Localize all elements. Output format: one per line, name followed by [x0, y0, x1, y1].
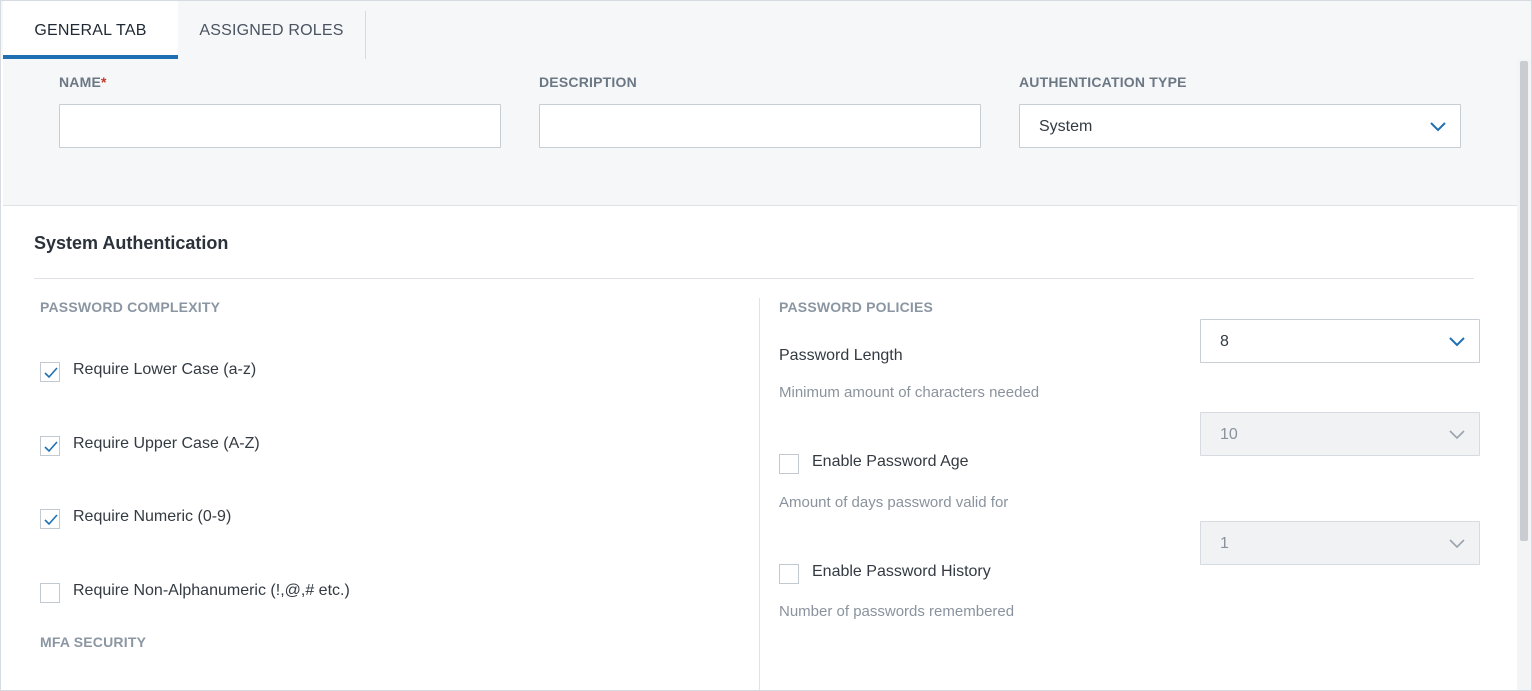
check-icon	[44, 367, 58, 379]
general-fields-section: NAME* DESCRIPTION AUTHENTICATION TYPE Sy…	[3, 59, 1517, 206]
password-history-value: 1	[1220, 535, 1229, 552]
checkbox[interactable]	[40, 362, 60, 382]
mfa-security-label: MFA SECURITY	[40, 634, 147, 650]
name-input[interactable]	[59, 104, 501, 148]
checkbox[interactable]	[40, 436, 60, 456]
auth-type-value: System	[1039, 118, 1093, 135]
password-age-select[interactable]: 10	[1200, 412, 1480, 456]
chevron-down-icon	[1449, 337, 1465, 347]
check-icon	[44, 514, 58, 526]
password-age-helper: Amount of days password valid for	[779, 494, 1009, 511]
column-divider	[759, 298, 760, 690]
checkbox-label: Require Lower Case (a-z)	[73, 361, 257, 378]
auth-type-label: AUTHENTICATION TYPE	[1019, 74, 1187, 90]
required-mark: *	[101, 74, 107, 90]
password-history-select[interactable]: 1	[1200, 521, 1480, 565]
section-divider	[34, 278, 1474, 279]
tab-general[interactable]: GENERAL TAB	[3, 1, 178, 59]
checkbox[interactable]	[779, 564, 799, 584]
checkbox[interactable]	[779, 454, 799, 474]
tab-bar: GENERAL TAB ASSIGNED ROLES	[1, 1, 1531, 59]
password-length-helper: Minimum amount of characters needed	[779, 384, 1040, 401]
password-length-select[interactable]: 8	[1200, 319, 1480, 363]
checkbox-label: Require Numeric (0-9)	[73, 508, 232, 525]
password-length-value: 8	[1220, 333, 1229, 350]
password-policies-label: PASSWORD POLICIES	[779, 299, 934, 315]
description-label: DESCRIPTION	[539, 74, 637, 90]
description-input[interactable]	[539, 104, 981, 148]
user-editor-panel: GENERAL TAB ASSIGNED ROLES NAME* DESCRIP…	[0, 0, 1532, 691]
password-history-helper: Number of passwords remembered	[779, 603, 1015, 620]
checkbox[interactable]	[40, 583, 60, 603]
checkbox-label: Enable Password Age	[812, 453, 969, 470]
checkbox[interactable]	[40, 509, 60, 529]
tab-assigned-roles[interactable]: ASSIGNED ROLES	[178, 11, 366, 59]
password-age-value: 10	[1220, 426, 1238, 443]
section-title: System Authentication	[34, 233, 229, 253]
check-icon	[44, 441, 58, 453]
chevron-down-icon	[1430, 122, 1446, 132]
name-label: NAME*	[59, 74, 107, 90]
checkbox-label: Require Upper Case (A-Z)	[73, 435, 260, 452]
scrollbar-thumb[interactable]	[1520, 61, 1528, 541]
password-complexity-label: PASSWORD COMPLEXITY	[40, 299, 221, 315]
chevron-down-icon	[1449, 430, 1465, 440]
auth-type-select[interactable]: System	[1019, 104, 1461, 148]
chevron-down-icon	[1449, 539, 1465, 549]
checkbox-label: Require Non-Alphanumeric (!,@,# etc.)	[73, 582, 350, 599]
password-length-label: Password Length	[779, 347, 903, 364]
checkbox-label: Enable Password History	[812, 563, 991, 580]
